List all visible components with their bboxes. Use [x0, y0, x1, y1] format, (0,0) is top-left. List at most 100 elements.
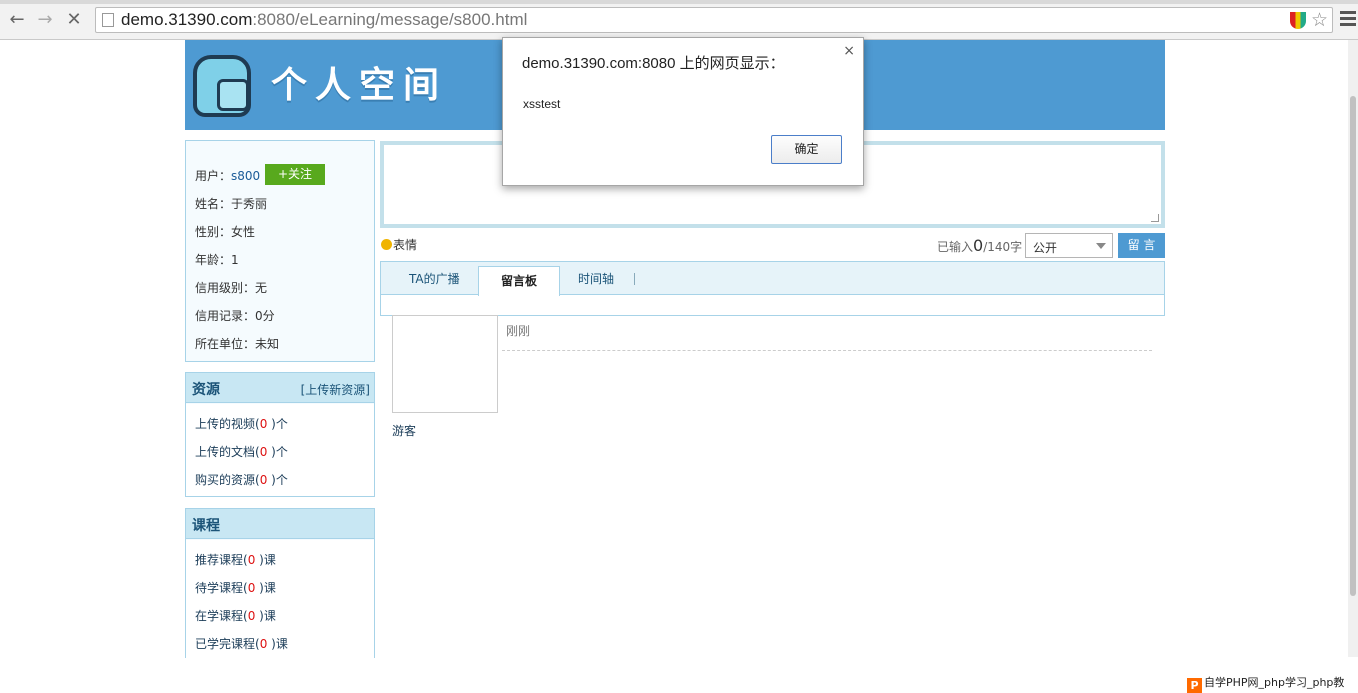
purchased-resources-link[interactable]: 购买的资源(0 )个: [195, 471, 288, 488]
message-tabs: TA的广播 留言板 时间轴: [380, 261, 1165, 316]
page-icon: [102, 13, 114, 27]
ok-button[interactable]: 确定: [771, 135, 842, 164]
page-title: 个人空间: [271, 65, 448, 106]
profile-row-age: 年龄：1: [195, 251, 239, 268]
completed-courses-link[interactable]: 已学完课程(0 )课: [195, 635, 288, 652]
list-item-label: 待学课程(: [195, 581, 248, 595]
age-value: 1: [231, 253, 239, 267]
emoji-button[interactable]: 表情: [381, 236, 417, 253]
in-progress-courses-link[interactable]: 在学课程(0 )课: [195, 607, 276, 624]
profile-row-gender: 性别：女性: [195, 223, 255, 240]
close-icon[interactable]: ×: [843, 43, 855, 59]
backpack-logo-icon: [193, 55, 251, 117]
browser-toolbar: ← → ✕ demo.31390.com:8080/eLearning/mess…: [0, 0, 1358, 40]
name-label: 姓名：: [195, 197, 232, 211]
recommended-courses-link[interactable]: 推荐课程(0 )课: [195, 551, 276, 568]
page-scrollbar[interactable]: [1348, 40, 1358, 657]
dialog-message: xsstest: [523, 97, 561, 111]
credit-level-label: 信用级别：: [195, 281, 256, 295]
profile-row-credit-level: 信用级别：无: [195, 279, 267, 296]
dialog-title: demo.31390.com:8080 上的网页显示：: [522, 55, 785, 72]
tabs-bar: TA的广播 留言板 时间轴: [381, 262, 1164, 296]
user-label: 用户：: [195, 169, 232, 183]
credit-level-value: 无: [255, 281, 268, 295]
scrollbar-thumb[interactable]: [1350, 96, 1356, 596]
char-counter: 已输入0/140字: [937, 236, 1022, 255]
age-label: 年龄：: [195, 253, 232, 267]
resources-title: 资源: [192, 382, 220, 398]
list-item-label: 购买的资源(: [195, 473, 260, 487]
credit-record-value: 0分: [255, 309, 275, 323]
gender-label: 性别：: [195, 225, 232, 239]
alert-dialog: demo.31390.com:8080 上的网页显示： × xsstest 确定: [502, 37, 864, 186]
courses-list: 推荐课程(0 )课 待学课程(0 )课 在学课程(0 )课 已学完课程(0 )课: [186, 540, 374, 658]
tab-divider: [634, 273, 635, 285]
tab-timeline[interactable]: 时间轴: [578, 270, 614, 287]
bookmark-star-icon[interactable]: ☆: [1311, 9, 1328, 31]
list-item-suffix: )个: [267, 417, 288, 431]
resources-list: 上传的视频(0 )个 上传的文档(0 )个 购买的资源(0 )个: [186, 404, 374, 496]
name-value: 于秀丽: [231, 197, 268, 211]
address-bar[interactable]: demo.31390.com:8080/eLearning/message/s8…: [95, 7, 1333, 33]
tab-broadcast[interactable]: TA的广播: [409, 270, 460, 287]
uploaded-videos-link[interactable]: 上传的视频(0 )个: [195, 415, 288, 432]
profile-row-organization: 所在单位：未知: [195, 335, 279, 352]
avatar[interactable]: [392, 315, 498, 413]
chevron-down-icon: [1096, 243, 1106, 249]
profile-row-credit-record: 信用记录：0分: [195, 307, 275, 324]
url-text[interactable]: demo.31390.com:8080/eLearning/message/s8…: [121, 10, 527, 30]
uploaded-documents-link[interactable]: 上传的文档(0 )个: [195, 443, 288, 460]
stop-loading-icon[interactable]: ✕: [63, 9, 85, 31]
message-time: 刚刚: [506, 324, 531, 338]
list-item-label: 在学课程(: [195, 609, 248, 623]
profile-user-row: 用户：s800: [195, 167, 260, 184]
gender-value: 女性: [231, 225, 256, 239]
courses-panel: 课程 推荐课程(0 )课 待学课程(0 )课 在学课程(0 )课 已学完课程(0…: [185, 508, 375, 658]
extension-shield-icon[interactable]: [1290, 12, 1306, 29]
user-link[interactable]: s800: [231, 169, 260, 183]
list-item-suffix: )个: [267, 473, 288, 487]
list-item-suffix: )课: [267, 637, 288, 651]
message-divider: [502, 350, 1152, 351]
profile-row-name: 姓名：于秀丽: [195, 195, 267, 212]
credit-record-label: 信用记录：: [195, 309, 256, 323]
site-logo-icon: P: [1187, 678, 1202, 693]
list-item-label: 上传的文档(: [195, 445, 260, 459]
courses-header: 课程: [186, 509, 374, 539]
list-item-suffix: )个: [267, 445, 288, 459]
resize-grip-icon[interactable]: [1151, 214, 1159, 222]
follow-button[interactable]: +关注: [265, 164, 325, 185]
tab-message-board[interactable]: 留言板: [478, 266, 560, 296]
list-item-suffix: )课: [255, 609, 276, 623]
list-item-label: 推荐课程(: [195, 553, 248, 567]
tab-strip: [0, 0, 1358, 4]
message-author[interactable]: 游客: [392, 422, 416, 439]
counter-suffix: /140字: [983, 240, 1023, 254]
resources-header: 资源 [上传新资源]: [186, 373, 374, 403]
watermark: P 自学PHP网_php学习_php教: [1187, 674, 1345, 693]
browser-menu-icon[interactable]: [1340, 11, 1356, 27]
url-path: :8080/eLearning/message/s800.html: [252, 10, 528, 29]
pending-courses-link[interactable]: 待学课程(0 )课: [195, 579, 276, 596]
list-item-label: 已学完课程(: [195, 637, 260, 651]
organization-value: 未知: [255, 337, 280, 351]
profile-card: 用户：s800 +关注 姓名：于秀丽 性别：女性 年龄：1 信用级别：无 信用记…: [185, 140, 375, 362]
upload-resource-link[interactable]: [上传新资源]: [301, 381, 370, 398]
counter-value: 0: [973, 236, 984, 255]
smiley-icon: [381, 239, 392, 250]
post-message-button[interactable]: 留 言: [1118, 233, 1165, 258]
courses-title: 课程: [192, 518, 220, 534]
list-item-suffix: )课: [255, 553, 276, 567]
url-host: demo.31390.com: [121, 10, 253, 29]
organization-label: 所在单位：: [195, 337, 256, 351]
counter-prefix: 已输入: [937, 240, 974, 254]
visibility-select[interactable]: 公开: [1025, 233, 1113, 258]
emoji-label: 表情: [393, 238, 418, 252]
back-arrow-icon[interactable]: ←: [6, 9, 28, 31]
visibility-value: 公开: [1033, 241, 1058, 255]
resources-panel: 资源 [上传新资源] 上传的视频(0 )个 上传的文档(0 )个 购买的资源(0…: [185, 372, 375, 497]
list-item-suffix: )课: [255, 581, 276, 595]
forward-arrow-icon[interactable]: →: [34, 9, 56, 31]
list-item-label: 上传的视频(: [195, 417, 260, 431]
watermark-text: 自学PHP网_php学习_php教: [1204, 676, 1345, 689]
